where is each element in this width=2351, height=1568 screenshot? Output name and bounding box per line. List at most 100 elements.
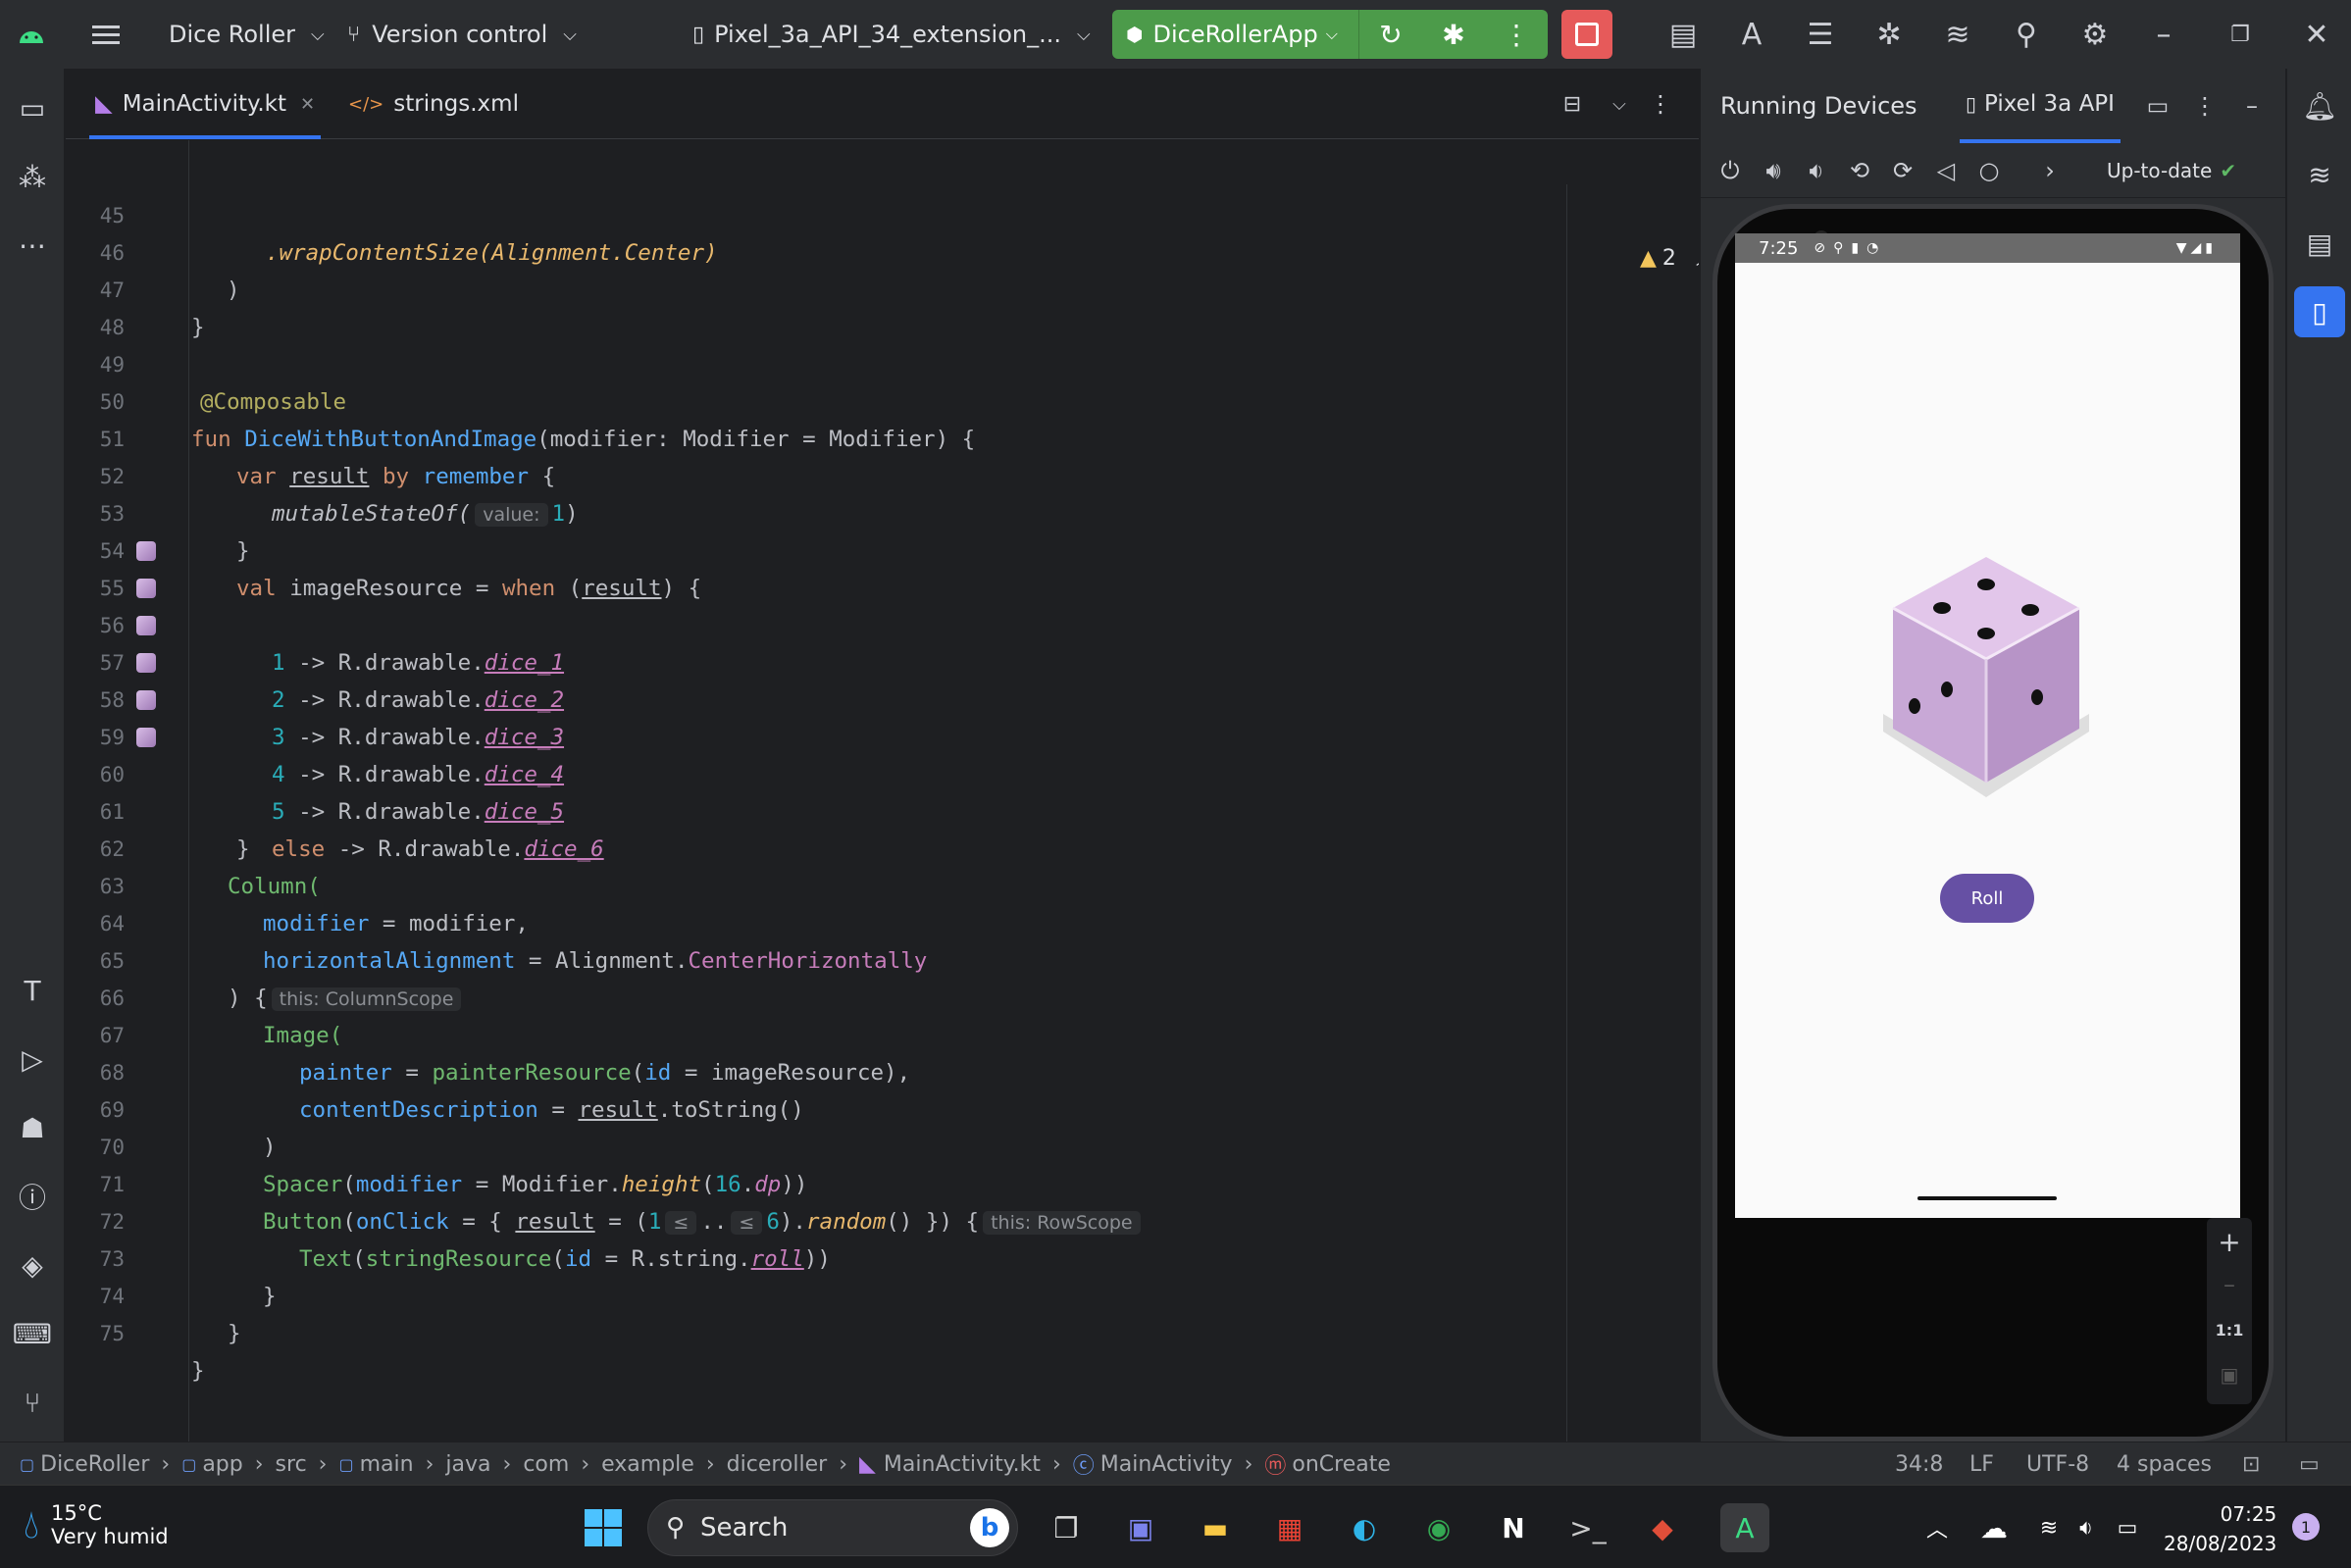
weather-widget[interactable]: 💧︎ 15°C Very humid (24, 1501, 169, 1548)
lock-icon[interactable]: ⊡ (2242, 1442, 2260, 1486)
gradle-icon[interactable]: ≋ (2300, 155, 2339, 194)
notification-badge[interactable]: 1 (2292, 1513, 2320, 1541)
tab-pixel-3a[interactable]: ▯ Pixel 3a API (1960, 69, 2121, 143)
translate-icon[interactable]: A (1734, 17, 1769, 52)
device-selector[interactable]: ▯ Pixel_3a_API_34_extension_... ⌵ (692, 0, 1091, 69)
chevron-up-icon[interactable]: ︿ (1696, 245, 1699, 271)
close-icon[interactable]: ✕ (2299, 17, 2334, 52)
debug-icon[interactable]: ✱ (1422, 10, 1485, 59)
device-manager-icon[interactable]: ▤ (2300, 224, 2339, 263)
dice-resource-icon[interactable] (136, 541, 156, 561)
window-icon[interactable]: ▭ (2142, 90, 2173, 122)
crumb-item[interactable]: diceroller (727, 1452, 828, 1477)
crumb-item[interactable]: MainActivity.kt (884, 1452, 1041, 1477)
problems-icon[interactable]: ⓘ (13, 1177, 52, 1216)
edge-browser-icon[interactable]: ◐ (1340, 1503, 1389, 1552)
more-icon[interactable]: ⋮ (2189, 90, 2221, 122)
close-tab-icon[interactable]: ✕ (300, 94, 315, 115)
notifications-bell-icon[interactable]: 🔔︎ (2300, 86, 2339, 126)
chevron-down-icon[interactable]: ⌵ (1602, 86, 1637, 122)
inspection-widget[interactable]: ▲ 2 ︿ ﹀ (1640, 238, 1699, 278)
structure-icon[interactable]: ⁂ (13, 157, 52, 196)
teams-chat-icon[interactable]: ▣ (1116, 1503, 1165, 1552)
dice-resource-icon[interactable] (136, 579, 156, 598)
minimize-icon[interactable]: – (2146, 17, 2181, 52)
build-hammer-icon[interactable]: T (13, 971, 52, 1010)
tab-mainactivity[interactable]: ◣ MainActivity.kt ✕ (89, 69, 322, 139)
crumb-item[interactable]: app (202, 1452, 242, 1477)
dice-resource-icon[interactable] (136, 728, 156, 747)
volume-down-icon[interactable]: 🔉︎ (1801, 155, 1832, 186)
volume-up-icon[interactable]: 🔊︎ (1758, 155, 1789, 186)
code-editor[interactable]: ▲ 2 ︿ ﹀ 45 .wrapContentSize(Alignment.Ce… (66, 140, 1699, 1442)
device-manager-icon[interactable]: ▤ (1665, 17, 1701, 52)
zoom-actual-size[interactable]: 1:1 (2214, 1314, 2245, 1345)
crumb-item[interactable]: src (276, 1452, 307, 1477)
windows-start-icon[interactable] (579, 1503, 628, 1552)
crumb-item[interactable]: main (360, 1452, 414, 1477)
roll-button[interactable]: Roll (1940, 874, 2034, 923)
memory-icon[interactable]: ▭ (2299, 1442, 2320, 1486)
git-client-icon[interactable]: ◆ (1638, 1503, 1687, 1552)
crumb-item[interactable]: com (523, 1452, 569, 1477)
microsoft-store-icon[interactable]: ▦ (1265, 1503, 1314, 1552)
crumb-item[interactable]: java (445, 1452, 490, 1477)
notion-icon[interactable]: N (1489, 1503, 1538, 1552)
more-tools-icon[interactable]: ⋯ (13, 226, 52, 265)
task-view-icon[interactable]: ❐ (1042, 1503, 1091, 1552)
crumb-item[interactable]: example (601, 1452, 694, 1477)
android-studio-icon[interactable]: A (1720, 1503, 1769, 1552)
zoom-in-icon[interactable]: + (2214, 1226, 2245, 1258)
zoom-out-icon[interactable]: – (2214, 1269, 2245, 1300)
stop-button[interactable] (1561, 10, 1612, 59)
rotate-right-icon[interactable]: ⟳ (1887, 155, 1918, 186)
file-encoding[interactable]: UTF-8 (2026, 1442, 2089, 1486)
bug-icon[interactable]: ✲ (1871, 17, 1907, 52)
terminal-icon[interactable]: ⌨ (13, 1314, 52, 1353)
terminal-app-icon[interactable]: >_ (1563, 1503, 1612, 1552)
line-separator[interactable]: LF (1969, 1442, 1994, 1486)
restore-icon[interactable]: ❐ (2223, 17, 2258, 52)
running-devices-icon[interactable]: ▯ (2294, 286, 2345, 337)
more-actions-icon[interactable]: ⋮ (1485, 10, 1548, 59)
logcat-icon[interactable]: ☗ (13, 1108, 52, 1147)
rerun-icon[interactable]: ↻ (1359, 10, 1422, 59)
main-menu-icon[interactable] (88, 17, 124, 52)
layout-inspector-icon[interactable]: ☰ (1803, 17, 1838, 52)
git-icon[interactable]: ⑂ (13, 1383, 52, 1422)
settings-gear-icon[interactable]: ⚙ (2077, 17, 2113, 52)
gem-icon[interactable]: ◈ (13, 1245, 52, 1285)
tab-strings-xml[interactable]: </> strings.xml (348, 69, 519, 139)
dice-resource-icon[interactable] (136, 653, 156, 673)
search-icon[interactable]: ⚲ (2009, 17, 2044, 52)
sync-icon[interactable]: ≋ (1940, 17, 1975, 52)
battery-icon[interactable]: ▭ (2103, 1503, 2152, 1552)
tray-chevron-up-icon[interactable]: ︿ (1913, 1503, 1962, 1552)
vcs-selector[interactable]: ⑂ Version control ⌵ (347, 0, 577, 69)
dice-resource-icon[interactable] (136, 690, 156, 710)
run-icon[interactable]: ▷ (13, 1039, 52, 1079)
folder-icon[interactable]: ▭ (13, 88, 52, 127)
taskbar-search[interactable]: ⚲ Search b (647, 1499, 1018, 1556)
more-icon[interactable]: ⋮ (1643, 86, 1678, 122)
run-config-selector[interactable]: ⬢ DiceRollerApp ⌵ (1112, 10, 1359, 59)
crumb-item[interactable]: DiceRoller (40, 1452, 149, 1477)
dice-resource-icon[interactable] (136, 616, 156, 635)
chevron-right-icon[interactable]: › (2034, 155, 2066, 186)
back-icon[interactable]: ◁ (1930, 155, 1962, 186)
caret-position[interactable]: 34:8 (1895, 1442, 1943, 1486)
home-icon[interactable]: ○ (1973, 155, 2005, 186)
rotate-left-icon[interactable]: ⟲ (1844, 155, 1875, 186)
project-selector[interactable]: Dice Roller ⌵ (169, 0, 325, 69)
indent-setting[interactable]: 4 spaces (2117, 1442, 2212, 1486)
onedrive-cloud-icon[interactable]: ☁ (1969, 1503, 2019, 1552)
gesture-nav-bar[interactable] (1917, 1196, 2057, 1200)
crumb-item[interactable]: MainActivity (1100, 1452, 1233, 1477)
clock[interactable]: 07:25 28/08/2023 (2164, 1499, 2276, 1558)
file-explorer-icon[interactable]: ▬ (1191, 1503, 1240, 1552)
power-icon[interactable]: ⏻ (1714, 155, 1746, 186)
chrome-browser-icon[interactable]: ◉ (1414, 1503, 1463, 1552)
split-view-icon[interactable]: ⊟ (1555, 86, 1590, 122)
fit-screen-icon[interactable]: ▣ (2214, 1359, 2245, 1391)
crumb-item[interactable]: onCreate (1292, 1452, 1391, 1477)
